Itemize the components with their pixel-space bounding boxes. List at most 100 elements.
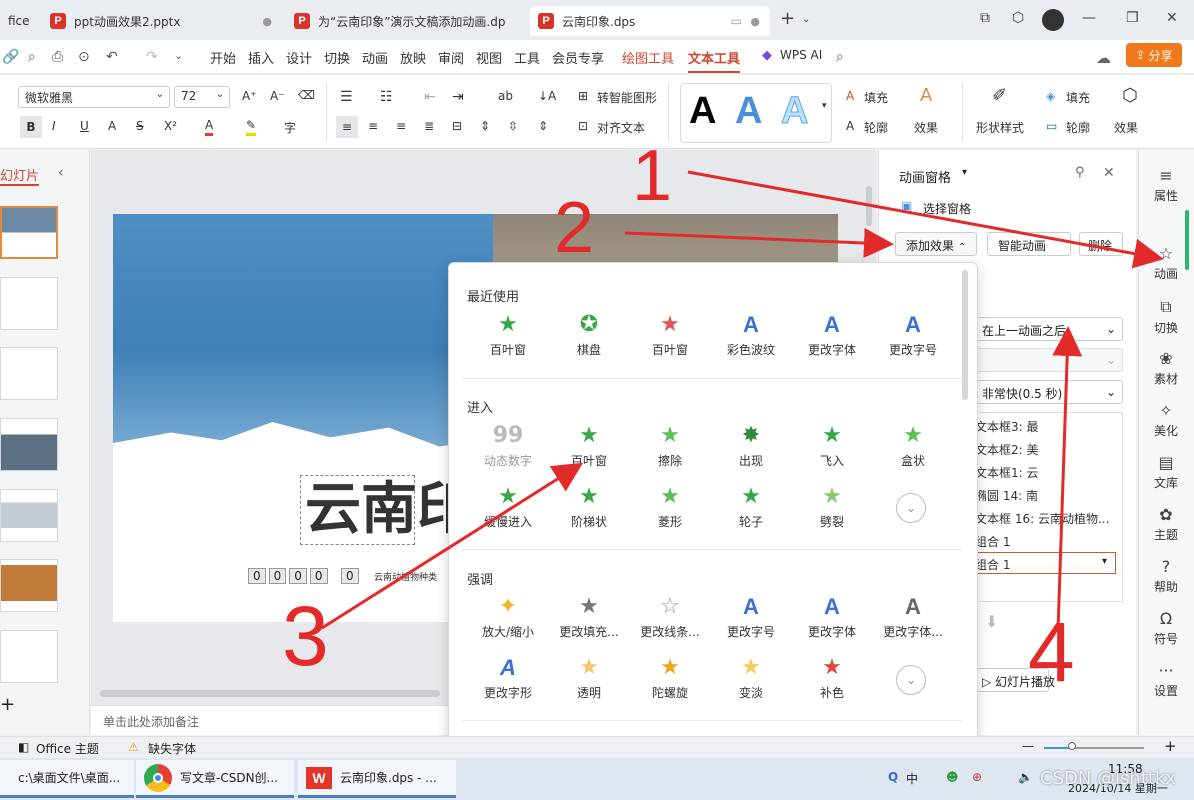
tab-ppt-animation[interactable]: P ppt动画效果2.pptx ● (42, 6, 282, 36)
bullet-list-icon[interactable]: ☰ (340, 89, 353, 105)
smart-shape-icon[interactable]: ⊞ (578, 89, 588, 103)
increase-indent-icon[interactable]: ⇥ (452, 89, 464, 105)
text-fill-button[interactable]: 填充 (864, 89, 888, 106)
menu-transition[interactable]: 切换 (324, 48, 350, 67)
tab-office[interactable]: fice (0, 6, 40, 36)
italic-icon[interactable]: I (52, 119, 56, 133)
expand-more-icon[interactable]: ⌄ (896, 665, 926, 695)
wordart-black[interactable]: A (689, 90, 716, 133)
search-doc-icon[interactable]: ⌕ (28, 49, 36, 65)
chevron-down-icon[interactable]: ▾ (962, 167, 967, 178)
menu-member[interactable]: 会员专享 (552, 48, 604, 67)
effect-transparent[interactable]: ★ 透明 (549, 655, 629, 701)
wordart-outline[interactable]: A (780, 90, 808, 133)
menu-view[interactable]: 视图 (476, 48, 502, 67)
tab-dot-icon[interactable]: ● (750, 15, 760, 28)
line-spacing-icon[interactable]: ⇕ (480, 119, 490, 133)
justify-icon[interactable]: ≣ (424, 119, 434, 133)
font-color-icon[interactable]: A (205, 117, 214, 136)
effect-change-font-color[interactable]: A 更改字体... (873, 594, 953, 640)
smart-shape-button[interactable]: 转智能图形 (597, 89, 657, 106)
cloud-upload-icon[interactable]: ☁ (1096, 49, 1111, 67)
font-size-select[interactable]: 72 ⌄ (174, 86, 230, 108)
rail-beautify[interactable]: ✧ 美化 (1138, 401, 1194, 439)
menu-insert[interactable]: 插入 (248, 48, 274, 67)
rail-materials[interactable]: ❀ 素材 (1138, 349, 1194, 387)
dropdown-scrollbar[interactable] (962, 270, 968, 400)
slide-thumb-1[interactable] (0, 206, 58, 259)
slide-thumb-2[interactable] (0, 277, 58, 330)
search-icon[interactable]: Q (888, 770, 898, 784)
maximize-icon[interactable]: ❐ (1126, 10, 1139, 26)
numbered-list-icon[interactable]: ☷ (380, 89, 393, 105)
pin-icon[interactable]: ⚲ (1075, 165, 1085, 180)
text-outline-button[interactable]: 轮廓 (864, 119, 888, 136)
cube-icon[interactable]: ⬡ (1012, 10, 1024, 26)
effect-recent-color-wave[interactable]: A 彩色波纹 (711, 312, 791, 358)
effect-enter-diamond[interactable]: ★ 菱形 (630, 484, 710, 530)
effect-enter-split[interactable]: ★ 劈裂 (792, 484, 872, 530)
anim-list-item[interactable]: 椭圆 14: 南 (975, 487, 1038, 504)
rail-help[interactable]: ? 帮助 (1138, 557, 1194, 595)
slides-tab[interactable]: 幻灯片 (0, 165, 40, 186)
phonetic-icon[interactable]: 字 (284, 119, 296, 136)
effect-recent-change-size[interactable]: A 更改字号 (873, 312, 953, 358)
font-name-select[interactable]: 微软雅黑 ⌄ (18, 86, 170, 108)
menu-drawing-tools[interactable]: 绘图工具 (622, 48, 674, 67)
menu-home[interactable]: 开始 (210, 48, 236, 67)
effect-enter-fly-in[interactable]: ★ 飞入 (792, 423, 872, 469)
wordart-gallery[interactable]: A A A (680, 83, 832, 143)
search-icon[interactable]: ⌕ (836, 49, 844, 65)
effect-grow-shrink[interactable]: ✦ 放大/缩小 (468, 594, 548, 640)
shape-style-button[interactable]: 形状样式 (976, 119, 1024, 136)
collapse-icon[interactable]: ‹ (58, 165, 64, 181)
effect-spin[interactable]: ★ 陀螺旋 (630, 655, 710, 701)
superscript-icon[interactable]: X² (164, 119, 177, 133)
distribute-icon[interactable]: ⊟ (452, 119, 462, 133)
effect-enter-slow[interactable]: ★ 缓慢进入 (468, 484, 548, 530)
shape-outline-button[interactable]: 轮廓 (1066, 119, 1090, 136)
rail-settings[interactable]: ··· 设置 (1138, 661, 1194, 699)
underline-icon[interactable]: U (80, 119, 89, 133)
effect-enter-appear[interactable]: ✸ 出现 (711, 423, 791, 469)
redo-icon[interactable]: ↷ (146, 49, 158, 65)
effect-change-line[interactable]: ☆ 更改线条... (630, 594, 710, 640)
taskbar-chrome[interactable]: 写文章-CSDN创... (136, 760, 294, 798)
rail-properties[interactable]: ≡ 属性 (1138, 166, 1194, 204)
slide-thumb-6[interactable] (0, 559, 58, 612)
undo-icon[interactable]: ↶ (106, 49, 118, 65)
print-icon[interactable]: ⎙ (52, 49, 63, 65)
window-restore-icon[interactable]: ⧉ (980, 10, 990, 26)
anim-list-item[interactable]: 组合 1 (975, 556, 1010, 573)
number-counter[interactable]: 0 0 0 0 (248, 568, 328, 584)
ime-indicator[interactable]: 中 (906, 770, 918, 787)
effect-change-size[interactable]: A 更改字号 (711, 594, 791, 640)
effect-recent-checkerboard[interactable]: ✪ 棋盘 (549, 312, 629, 358)
monitor-icon[interactable]: ▭ (731, 14, 742, 28)
rail-transition[interactable]: ⧉ 切换 (1138, 297, 1194, 336)
add-slide-icon[interactable]: + (0, 694, 15, 715)
grow-font-icon[interactable]: A⁺ (242, 89, 257, 103)
bold-icon[interactable]: B (20, 116, 42, 138)
anim-list-item[interactable]: 文本框3: 最 (975, 418, 1039, 435)
preview-icon[interactable]: ⊙ (78, 49, 90, 65)
delete-button[interactable]: 删除 (1079, 232, 1123, 256)
align-right-icon[interactable]: ≡ (396, 119, 406, 133)
tray-icon[interactable]: ☻ (946, 770, 959, 784)
add-effect-button[interactable]: 添加效果 ⌃ (895, 232, 977, 256)
decrease-indent-icon[interactable]: ⇤ (424, 89, 436, 105)
speed-select[interactable]: 非常快(0.5 秒) ⌄ (975, 380, 1123, 404)
rail-animation[interactable]: ☆ 动画 (1138, 244, 1194, 282)
menu-slideshow[interactable]: 放映 (400, 48, 426, 67)
slide-thumb-7[interactable] (0, 630, 58, 683)
effect-enter-blinds[interactable]: ★ 百叶窗 (549, 423, 629, 469)
rail-symbols[interactable]: Ω 符号 (1138, 609, 1194, 647)
slide-thumb-4[interactable] (0, 418, 58, 471)
effect-recent-blinds-exit[interactable]: ★ 百叶窗 (630, 312, 710, 358)
shape-fill-button[interactable]: 填充 (1066, 89, 1090, 106)
shape-effect-button[interactable]: 效果 (1114, 119, 1138, 136)
paragraph-spacing-icon[interactable]: ⇳ (508, 119, 518, 133)
sort-icon[interactable]: ↓A (538, 89, 556, 103)
anim-list-item[interactable]: 组合 1 (975, 533, 1010, 550)
start-select[interactable]: 在上一动画之后 ⌄ (975, 317, 1123, 341)
